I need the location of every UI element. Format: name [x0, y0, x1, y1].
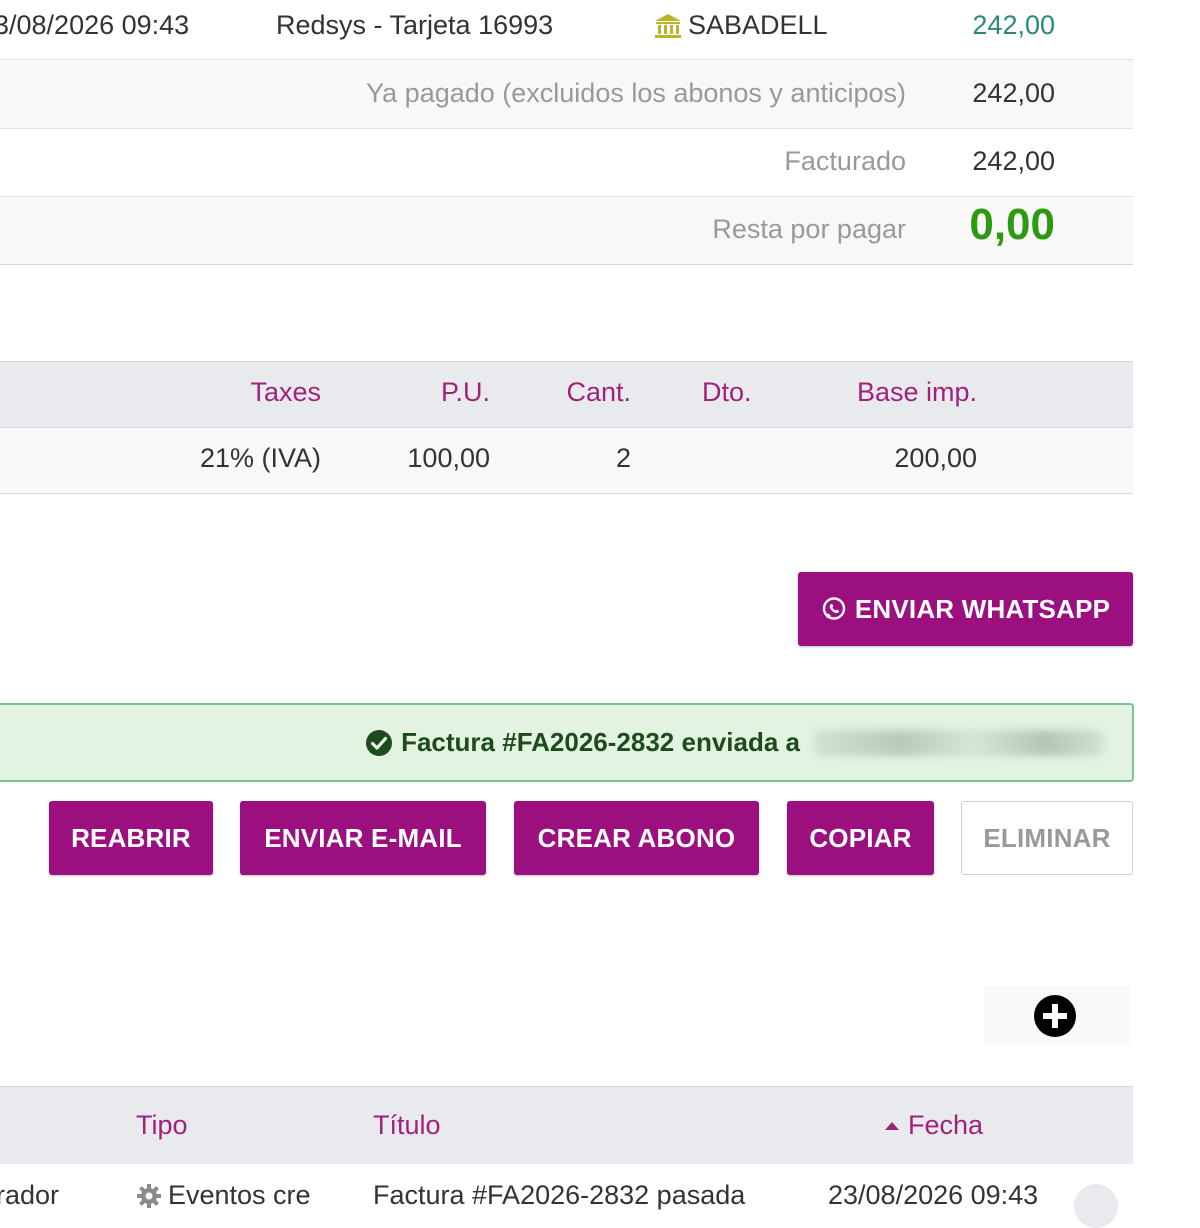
line-base: 200,00	[894, 443, 977, 473]
payment-row: 3/08/2026 09:43 Redsys - Tarjeta 16993 S…	[0, 0, 1133, 60]
header-date[interactable]: Fecha	[884, 1110, 983, 1141]
header-type[interactable]: Tipo	[136, 1110, 188, 1141]
line-taxes: 21% (IVA)	[199, 443, 321, 473]
table-row: 21% (IVA) 100,00 2 200,00	[0, 428, 1133, 494]
bank-name: SABADELL	[688, 10, 828, 40]
header-discount[interactable]: Dto.	[702, 377, 752, 408]
header-quantity[interactable]: Cant.	[566, 377, 631, 408]
line-quantity: 2	[615, 443, 631, 473]
invoiced-value: 242,00	[972, 146, 1055, 176]
whatsapp-icon	[822, 597, 846, 620]
plus-circle-icon[interactable]	[1033, 994, 1077, 1038]
delete-button[interactable]: ELIMINAR	[961, 801, 1133, 875]
event-date: 23/08/2026 09:43	[828, 1180, 1039, 1210]
event-title[interactable]: Factura #FA2026-2832 pasada	[373, 1180, 745, 1211]
bank-icon	[655, 13, 681, 38]
send-whatsapp-button[interactable]: ENVIAR WHATSAPP	[798, 572, 1133, 646]
success-alert: Factura #FA2026-2832 enviada a	[0, 703, 1134, 782]
header-title[interactable]: Título	[373, 1110, 441, 1141]
sort-up-icon	[884, 1121, 899, 1130]
paid-value: 242,00	[972, 78, 1055, 108]
paid-row: Ya pagado (excluidos los abonos y antici…	[0, 60, 1133, 129]
events-table-header: Tipo Título Fecha	[0, 1086, 1133, 1164]
remaining-label: Resta por pagar	[712, 214, 906, 244]
create-credit-button[interactable]: CREAR ABONO	[514, 801, 759, 875]
gear-icon	[137, 1183, 161, 1208]
event-status-dot[interactable]	[1074, 1184, 1118, 1228]
send-whatsapp-label: ENVIAR WHATSAPP	[854, 593, 1111, 624]
event-author: rador	[0, 1180, 60, 1210]
table-row[interactable]: rador Eventos cre Factura #FA2026-2832 p…	[0, 1164, 1133, 1228]
event-type: Eventos cre	[136, 1180, 311, 1211]
payment-bank[interactable]: SABADELL	[654, 10, 828, 41]
add-event-area	[984, 986, 1130, 1044]
header-base[interactable]: Base imp.	[857, 377, 977, 408]
remaining-value: 0,00	[969, 200, 1055, 249]
remaining-row: Resta por pagar 0,00	[0, 197, 1133, 265]
copy-button[interactable]: COPIAR	[787, 801, 934, 875]
header-taxes[interactable]: Taxes	[250, 377, 321, 408]
payment-date: 3/08/2026 09:43	[0, 10, 190, 40]
reopen-button[interactable]: REABRIR	[49, 801, 213, 875]
line-unit-price: 100,00	[407, 443, 490, 473]
payment-description[interactable]: Redsys - Tarjeta 16993	[276, 10, 553, 41]
invoiced-label: Facturado	[784, 146, 906, 176]
header-date-label: Fecha	[907, 1110, 983, 1140]
event-type-label: Eventos cre	[168, 1180, 311, 1210]
send-email-button[interactable]: ENVIAR E-MAIL	[240, 801, 486, 875]
invoiced-row: Facturado 242,00	[0, 129, 1133, 197]
check-circle-icon	[366, 729, 393, 756]
alert-text: Factura #FA2026-2832 enviada a	[401, 727, 800, 757]
paid-label: Ya pagado (excluidos los abonos y antici…	[366, 78, 906, 108]
payment-amount: 242,00	[972, 10, 1055, 40]
header-unit-price[interactable]: P.U.	[441, 377, 490, 408]
lines-table-header: Taxes P.U. Cant. Dto. Base imp.	[0, 361, 1133, 428]
redacted-email	[814, 729, 1104, 756]
